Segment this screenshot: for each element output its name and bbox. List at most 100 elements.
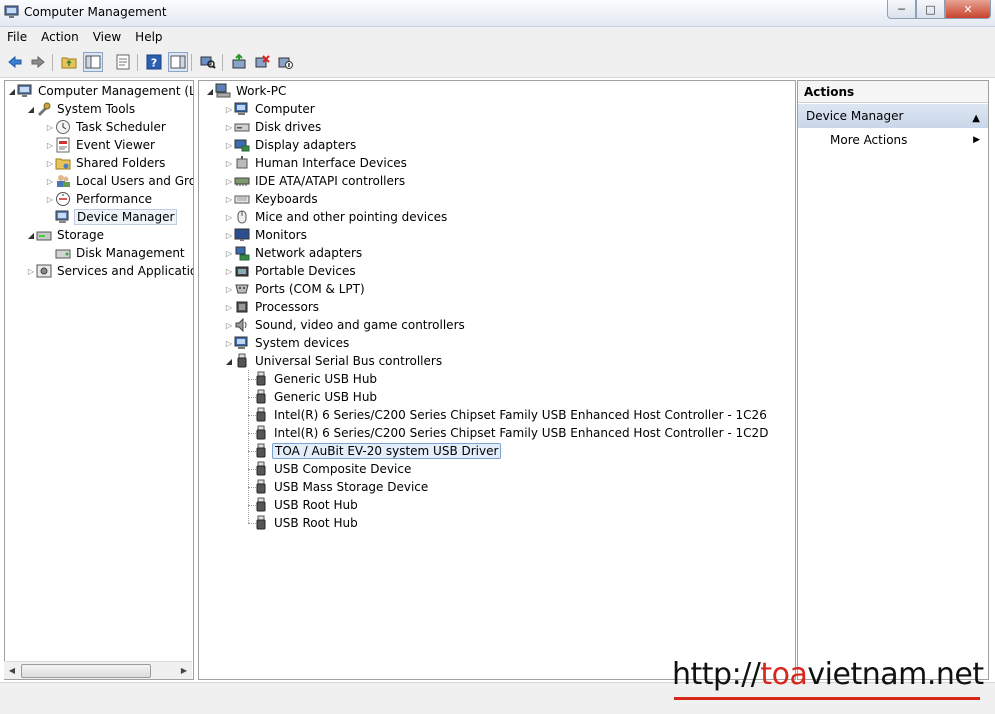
console-tree-item-system-tools[interactable]: ◢ System Tools bbox=[26, 100, 137, 118]
tree-item-label: Generic USB Hub bbox=[274, 390, 378, 404]
close-icon: ✕ bbox=[963, 2, 973, 16]
scan-hardware-button[interactable] bbox=[199, 53, 217, 71]
device-category-disk-drives[interactable]: ▷ Disk drives bbox=[224, 118, 323, 136]
scrollbar-thumb[interactable] bbox=[21, 664, 151, 678]
system-device-icon bbox=[234, 336, 248, 349]
console-tree-horizontal-scrollbar[interactable]: ◀ ▶ bbox=[4, 661, 192, 679]
usb-device-item[interactable]: Intel(R) 6 Series/C200 Series Chipset Fa… bbox=[243, 424, 770, 442]
device-category-display-adapters[interactable]: ▷ Display adapters bbox=[224, 136, 358, 154]
collapsed-arrow-icon[interactable]: ▷ bbox=[224, 105, 234, 114]
console-tree-item-storage[interactable]: ◢ Storage bbox=[26, 226, 106, 244]
collapsed-arrow-icon[interactable]: ▷ bbox=[224, 267, 234, 276]
back-button[interactable] bbox=[6, 53, 24, 71]
collapsed-arrow-icon[interactable]: ▷ bbox=[45, 195, 55, 204]
collapsed-arrow-icon[interactable]: ▷ bbox=[224, 213, 234, 222]
console-tree-item-shared-folders[interactable]: ▷ Shared Folders bbox=[45, 154, 167, 172]
collapsed-arrow-icon[interactable]: ▷ bbox=[26, 267, 36, 276]
collapsed-arrow-icon[interactable]: ▷ bbox=[224, 141, 234, 150]
collapsed-arrow-icon[interactable]: ▷ bbox=[224, 195, 234, 204]
device-category-system-devices[interactable]: ▷ System devices bbox=[224, 334, 351, 352]
collapsed-arrow-icon[interactable]: ▷ bbox=[45, 177, 55, 186]
submenu-arrow-icon: ▶ bbox=[973, 135, 980, 145]
update-driver-button[interactable] bbox=[230, 53, 248, 71]
up-one-level-button[interactable] bbox=[60, 53, 78, 71]
device-category-ide-ata-atapi-controllers[interactable]: ▷ IDE ATA/ATAPI controllers bbox=[224, 172, 407, 190]
console-tree-item-task-scheduler[interactable]: ▷ Task Scheduler bbox=[45, 118, 168, 136]
collapsed-arrow-icon[interactable]: ▷ bbox=[224, 177, 234, 186]
device-category-keyboards[interactable]: ▷ Keyboards bbox=[224, 190, 320, 208]
maximize-button[interactable]: □ bbox=[916, 0, 945, 19]
close-button[interactable]: ✕ bbox=[945, 0, 991, 19]
collapsed-arrow-icon[interactable]: ▷ bbox=[224, 339, 234, 348]
device-category-processors[interactable]: ▷ Processors bbox=[224, 298, 321, 316]
collapsed-arrow-icon[interactable]: ▷ bbox=[224, 303, 234, 312]
device-category-mice-and-other-pointing-devices[interactable]: ▷ Mice and other pointing devices bbox=[224, 208, 449, 226]
device-category-human-interface-devices[interactable]: ▷ Human Interface Devices bbox=[224, 154, 409, 172]
console-tree-item-computer-management-local[interactable]: ◢ Computer Management (Local bbox=[7, 82, 193, 100]
properties-button[interactable] bbox=[114, 53, 132, 71]
console-tree-item-disk-management[interactable]: Disk Management bbox=[45, 244, 187, 262]
show-hide-console-tree-button[interactable] bbox=[83, 52, 103, 72]
actions-section-device-manager[interactable]: Device Manager ▲ bbox=[798, 104, 988, 128]
expanded-arrow-icon[interactable]: ◢ bbox=[205, 87, 215, 96]
expanded-arrow-icon[interactable]: ◢ bbox=[26, 231, 36, 240]
menu-view[interactable]: View bbox=[86, 27, 128, 48]
tree-item-label: Device Manager bbox=[74, 209, 178, 225]
collapsed-arrow-icon[interactable]: ▷ bbox=[224, 285, 234, 294]
menu-help[interactable]: Help bbox=[128, 27, 169, 48]
usb-device-item[interactable]: TOA / AuBit EV-20 system USB Driver bbox=[243, 442, 502, 460]
forward-button[interactable] bbox=[29, 53, 47, 71]
usb-device-item[interactable]: USB Composite Device bbox=[243, 460, 413, 478]
usb-device-item[interactable]: Intel(R) 6 Series/C200 Series Chipset Fa… bbox=[243, 406, 769, 424]
tree-connector bbox=[248, 523, 256, 524]
back-arrow-icon bbox=[8, 55, 22, 69]
minimize-button[interactable]: ─ bbox=[887, 0, 916, 19]
usb-device-item[interactable]: USB Mass Storage Device bbox=[243, 478, 430, 496]
device-category-ports-com-lpt-[interactable]: ▷ Ports (COM & LPT) bbox=[224, 280, 367, 298]
tree-item-label: Processors bbox=[255, 300, 320, 314]
device-category-sound-video-and-game-controllers[interactable]: ▷ Sound, video and game controllers bbox=[224, 316, 467, 334]
collapsed-arrow-icon[interactable]: ▷ bbox=[224, 123, 234, 132]
window-title: Computer Management bbox=[24, 5, 167, 19]
watermark-underline bbox=[674, 697, 980, 700]
usb-device-item[interactable]: Generic USB Hub bbox=[243, 370, 379, 388]
storage-icon bbox=[36, 231, 52, 241]
console-tree-item-device-manager[interactable]: Device Manager bbox=[45, 208, 178, 226]
disable-device-button[interactable] bbox=[276, 53, 294, 71]
usb-device-item[interactable]: USB Root Hub bbox=[243, 496, 360, 514]
tree-item-label: Storage bbox=[57, 228, 104, 242]
tree-connector bbox=[248, 379, 256, 380]
console-tree-item-event-viewer[interactable]: ▷ Event Viewer bbox=[45, 136, 157, 154]
collapsed-arrow-icon[interactable]: ▷ bbox=[224, 249, 234, 258]
device-tree-root[interactable]: ◢ Work-PC bbox=[205, 82, 288, 100]
device-category-network-adapters[interactable]: ▷ Network adapters bbox=[224, 244, 364, 262]
scroll-right-button[interactable]: ▶ bbox=[176, 662, 192, 679]
expanded-arrow-icon[interactable]: ◢ bbox=[224, 357, 234, 366]
collapsed-arrow-icon[interactable]: ▷ bbox=[45, 159, 55, 168]
help-button[interactable]: ? bbox=[145, 53, 163, 71]
device-category-computer[interactable]: ▷ Computer bbox=[224, 100, 317, 118]
device-category-portable-devices[interactable]: ▷ Portable Devices bbox=[224, 262, 358, 280]
console-tree-item-services-and-applications[interactable]: ▷ Services and Applications bbox=[26, 262, 193, 280]
collapsed-arrow-icon[interactable]: ▷ bbox=[45, 123, 55, 132]
toolbar-separator bbox=[137, 54, 138, 71]
collapsed-arrow-icon[interactable]: ▷ bbox=[224, 159, 234, 168]
expanded-arrow-icon[interactable]: ◢ bbox=[7, 87, 17, 96]
device-category-universal-serial-bus-controllers[interactable]: ◢ Universal Serial Bus controllers bbox=[224, 352, 444, 370]
console-tree-item-local-users-and-groups[interactable]: ▷ Local Users and Groups bbox=[45, 172, 193, 190]
menu-file[interactable]: File bbox=[0, 27, 34, 48]
toolbar: ? bbox=[0, 48, 995, 78]
scroll-left-button[interactable]: ◀ bbox=[4, 662, 20, 679]
uninstall-button[interactable] bbox=[253, 53, 271, 71]
menu-action[interactable]: Action bbox=[34, 27, 86, 48]
console-tree-item-performance[interactable]: ▷ Performance bbox=[45, 190, 154, 208]
collapsed-arrow-icon[interactable]: ▷ bbox=[45, 141, 55, 150]
usb-device-item[interactable]: USB Root Hub bbox=[243, 514, 360, 532]
device-category-monitors[interactable]: ▷ Monitors bbox=[224, 226, 309, 244]
usb-device-item[interactable]: Generic USB Hub bbox=[243, 388, 379, 406]
expanded-arrow-icon[interactable]: ◢ bbox=[26, 105, 36, 114]
show-hide-action-pane-button[interactable] bbox=[168, 52, 188, 72]
more-actions-item[interactable]: More Actions bbox=[830, 131, 907, 149]
collapsed-arrow-icon[interactable]: ▷ bbox=[224, 231, 234, 240]
collapsed-arrow-icon[interactable]: ▷ bbox=[224, 321, 234, 330]
